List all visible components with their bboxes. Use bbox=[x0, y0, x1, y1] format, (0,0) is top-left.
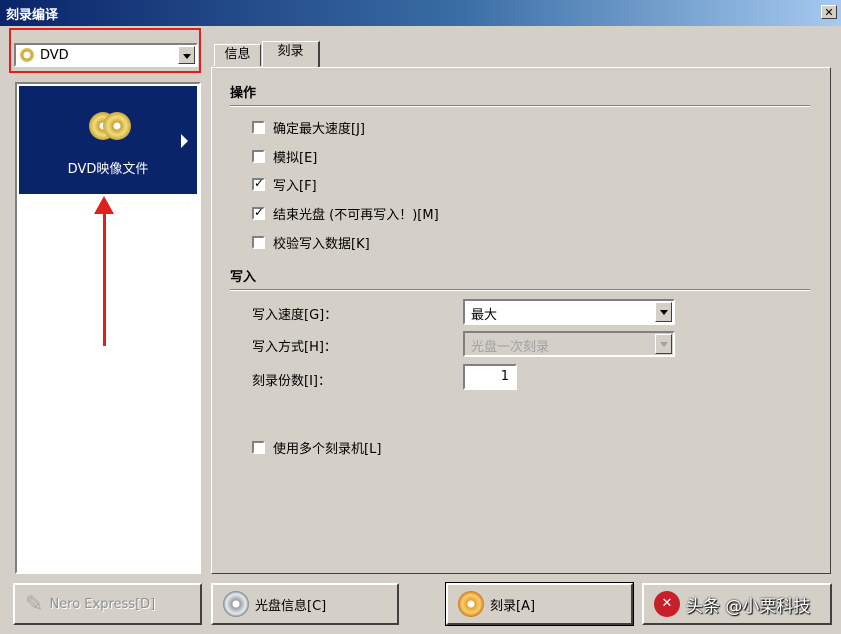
dvd-disc-icon bbox=[20, 48, 34, 62]
burn-button[interactable]: 刻录[A] bbox=[445, 582, 634, 626]
checkbox-box[interactable] bbox=[252, 441, 265, 454]
button-label: Nero Express[D] bbox=[49, 596, 156, 612]
chevron-right-icon bbox=[181, 134, 188, 148]
button-label: 头条 @小栗科技 bbox=[686, 596, 811, 617]
write-speed-label: 写入速度[G]： bbox=[252, 308, 338, 323]
operations-divider bbox=[230, 105, 810, 107]
checkbox-label: 校验写入数据[K] bbox=[273, 237, 370, 252]
tab-label: 信息 bbox=[224, 47, 251, 62]
checkbox-box[interactable] bbox=[252, 236, 265, 249]
compilation-type-list: DVD映像文件 bbox=[15, 82, 201, 574]
write-section-title: 写入 bbox=[230, 270, 257, 285]
checkbox-box[interactable] bbox=[252, 121, 265, 134]
disc-info-icon bbox=[223, 591, 249, 617]
nero-express-button[interactable]: ✎ Nero Express[D] bbox=[13, 583, 202, 625]
write-method-dropdown[interactable]: 光盘一次刻录 bbox=[463, 331, 675, 357]
operations-section-title: 操作 bbox=[230, 86, 257, 101]
annotation-arrow-line bbox=[103, 210, 106, 346]
close-icon: ✕ bbox=[824, 6, 834, 19]
disc-type-value: DVD bbox=[40, 48, 69, 63]
checkbox-write[interactable]: ✓ 写入[F] bbox=[252, 175, 317, 194]
checkmark-icon: ✓ bbox=[254, 176, 265, 190]
checkbox-label: 使用多个刻录机[L] bbox=[273, 442, 382, 457]
button-label: 刻录[A] bbox=[490, 598, 536, 614]
burn-tab-panel: 操作 确定最大速度[J] 模拟[E] ✓ 写入[F] ✓ 结束光盘 (不可再写入… bbox=[211, 67, 831, 574]
tab-burn[interactable]: 刻录 bbox=[262, 41, 320, 67]
checkbox-box[interactable]: ✓ bbox=[252, 176, 265, 191]
checkbox-box[interactable]: ✓ bbox=[252, 205, 265, 220]
checkbox-verify-data[interactable]: 校验写入数据[K] bbox=[252, 233, 370, 252]
tab-info[interactable]: 信息 bbox=[214, 44, 261, 66]
cancel-button[interactable]: ✕ 头条 @小栗科技 bbox=[642, 583, 832, 625]
checkbox-label: 结束光盘 (不可再写入！)[M] bbox=[273, 208, 439, 223]
window-title: 刻录编译 bbox=[6, 8, 59, 23]
list-item-label: DVD映像文件 bbox=[67, 162, 149, 177]
chevron-down-icon[interactable] bbox=[655, 302, 672, 322]
tab-label: 刻录 bbox=[277, 44, 304, 59]
checkbox-box[interactable] bbox=[252, 150, 265, 163]
copies-input[interactable]: 1 bbox=[463, 364, 517, 390]
cancel-icon: ✕ bbox=[654, 591, 680, 617]
disc-type-dropdown[interactable]: DVD bbox=[14, 43, 198, 67]
dvd-discs-icon-front bbox=[103, 112, 131, 140]
chevron-down-icon[interactable] bbox=[178, 46, 195, 64]
checkbox-label: 模拟[E] bbox=[273, 151, 318, 166]
write-method-label: 写入方式[H]： bbox=[252, 340, 337, 355]
checkbox-max-speed[interactable]: 确定最大速度[J] bbox=[252, 118, 365, 137]
copies-label: 刻录份数[I]： bbox=[252, 374, 331, 389]
checkmark-icon: ✓ bbox=[254, 205, 265, 219]
burn-icon bbox=[458, 591, 484, 617]
write-method-value: 光盘一次刻录 bbox=[471, 340, 550, 355]
close-button[interactable]: ✕ bbox=[821, 5, 837, 19]
nero-express-icon: ✎ bbox=[25, 591, 44, 617]
list-item-dvd-image[interactable]: DVD映像文件 bbox=[19, 86, 197, 194]
checkbox-finalize-disc[interactable]: ✓ 结束光盘 (不可再写入！)[M] bbox=[252, 204, 439, 223]
title-bar: 刻录编译 ✕ bbox=[0, 0, 841, 26]
chevron-down-icon[interactable] bbox=[655, 334, 672, 354]
write-speed-value: 最大 bbox=[471, 308, 498, 323]
checkbox-label: 写入[F] bbox=[273, 179, 317, 194]
checkbox-multiple-recorders[interactable]: 使用多个刻录机[L] bbox=[252, 438, 381, 457]
button-label: 光盘信息[C] bbox=[255, 598, 327, 614]
write-speed-dropdown[interactable]: 最大 bbox=[463, 299, 675, 325]
write-divider bbox=[230, 289, 810, 291]
disc-info-button[interactable]: 光盘信息[C] bbox=[211, 583, 399, 625]
checkbox-label: 确定最大速度[J] bbox=[273, 122, 365, 137]
checkbox-simulate[interactable]: 模拟[E] bbox=[252, 147, 317, 166]
